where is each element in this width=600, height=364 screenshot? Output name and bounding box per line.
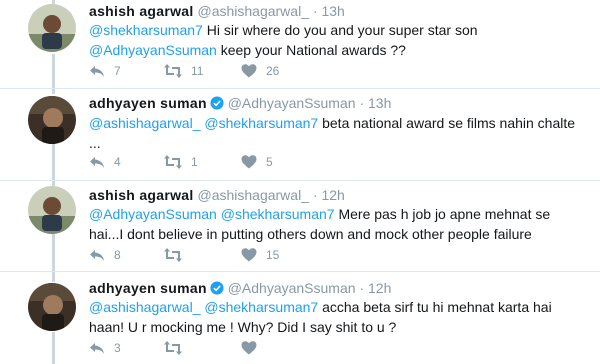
- retweet-button[interactable]: [164, 338, 191, 358]
- tweet-text: @ashishagarwal_ @shekharsuman7 accha bet…: [89, 297, 559, 337]
- tweet-text-segment: accha beta sirf tu hi mehnat karta hai: [318, 299, 552, 315]
- tweet-header: adhyayen suman @AdhyayanSsuman · 12h: [89, 279, 391, 297]
- retweet-icon: [164, 341, 182, 355]
- reply-button[interactable]: 3: [89, 338, 121, 358]
- tweet-text-line: @ashishagarwal_ @shekharsuman7 accha bet…: [89, 297, 559, 317]
- separator-dot: ·: [359, 280, 365, 296]
- verified-badge-icon: [210, 281, 224, 295]
- tweet-text-segment: haan! U r mocking me ! Why? Did I say sh…: [89, 319, 397, 335]
- reply-icon: [90, 343, 104, 354]
- like-icon: [241, 341, 257, 355]
- mention-link[interactable]: @ashishagarwal_: [89, 299, 201, 315]
- timestamp[interactable]: 12h: [368, 280, 391, 296]
- tweet[interactable]: adhyayen suman @AdhyayanSsuman · 12h @as…: [0, 0, 600, 364]
- mention-link[interactable]: @shekharsuman7: [204, 299, 318, 315]
- tweet-text-line: haan! U r mocking me ! Why? Did I say sh…: [89, 317, 559, 337]
- display-name[interactable]: adhyayen suman: [89, 280, 207, 296]
- avatar[interactable]: [28, 283, 76, 331]
- reply-count: 3: [114, 341, 121, 355]
- like-button[interactable]: [241, 338, 266, 358]
- user-handle[interactable]: @AdhyayanSsuman: [228, 280, 356, 296]
- avatar-adhyayen-image: [28, 283, 76, 331]
